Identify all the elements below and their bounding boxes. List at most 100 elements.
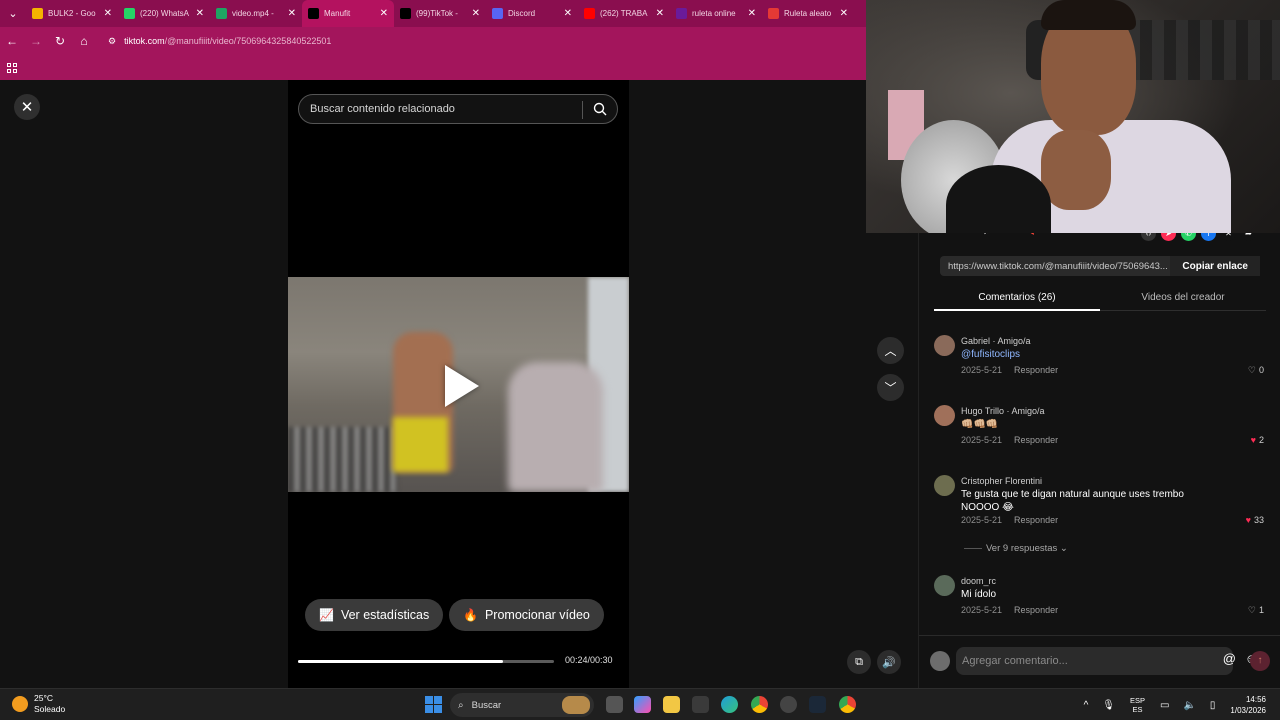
language-indicator[interactable]: ESP ES <box>1130 696 1145 714</box>
sun-icon <box>12 696 28 712</box>
copy-link-button[interactable]: Copiar enlace <box>1170 256 1260 276</box>
edge-icon[interactable] <box>721 696 738 713</box>
site-info-icon[interactable]: ⚙ <box>108 36 116 47</box>
miniplayer-icon[interactable]: ⧉ <box>847 650 871 674</box>
tab-favicon-icon <box>32 8 43 19</box>
reply-button[interactable]: Responder <box>1014 605 1058 615</box>
tab-comments[interactable]: Comentarios (26) <box>934 288 1100 311</box>
store-icon[interactable] <box>692 696 709 713</box>
tab-close-icon[interactable]: ✕ <box>656 8 664 19</box>
browser-tab[interactable]: (220) WhatsA ✕ <box>118 0 210 27</box>
tab-close-icon[interactable]: ✕ <box>104 8 112 19</box>
view-replies-button[interactable]: Ver 9 respuestas ⌄ <box>964 543 1068 554</box>
tab-title: ruleta online <box>692 9 736 18</box>
microphone-icon[interactable]: 🎙 <box>1102 700 1115 711</box>
play-icon[interactable] <box>445 365 479 407</box>
browser-tab[interactable]: Discord ✕ <box>486 0 578 27</box>
browser-tab[interactable]: (262) TRABA ✕ <box>578 0 670 27</box>
comment-author[interactable]: Gabriel · Amigo/a <box>961 336 1031 346</box>
progress-bar[interactable] <box>298 660 554 663</box>
browser-nav-bar: ← → ↻ ⌂ ⚙ tiktok.com/@manufiiit/video/75… <box>0 27 866 55</box>
task-view-icon[interactable] <box>606 696 623 713</box>
reply-button[interactable]: Responder <box>1014 365 1058 375</box>
windows-start-icon[interactable] <box>425 696 442 713</box>
chrome-profile-icon[interactable] <box>839 696 856 713</box>
promote-button[interactable]: 🔥 Promocionar vídeo <box>449 599 604 631</box>
apps-grid-icon[interactable] <box>7 62 17 73</box>
avatar[interactable] <box>934 335 955 356</box>
video-page: ✕ Buscar contenido relacionado 📈 Ver est… <box>0 80 918 688</box>
comment-item: Hugo Trillo · Amigo/a 👊🏼👊🏼👊🏼 2025-5-21 Resp… <box>934 405 1264 450</box>
volume-icon[interactable]: 🔊 <box>877 650 901 674</box>
avatar[interactable] <box>934 575 955 596</box>
comment-like-button[interactable]: ♥ 33 <box>1246 515 1264 525</box>
copilot-icon[interactable] <box>634 696 651 713</box>
tab-close-icon[interactable]: ✕ <box>748 8 756 19</box>
speaker-icon[interactable]: 🔈 <box>1183 700 1195 711</box>
tab-creator-videos[interactable]: Videos del creador <box>1100 288 1266 310</box>
address-bar[interactable]: ⚙ tiktok.com/@manufiiit/video/7506964325… <box>108 36 331 47</box>
stats-button[interactable]: 📈 Ver estadísticas <box>305 599 444 631</box>
browser-tab[interactable]: BULK2 - Goo ✕ <box>26 0 118 27</box>
next-video-chevron-down-icon[interactable]: ﹀ <box>877 374 904 401</box>
comment-text: Te gusta que te digan natural aunque use… <box>961 489 1184 513</box>
file-explorer-icon[interactable] <box>663 696 680 713</box>
tab-favicon-icon <box>768 8 779 19</box>
tab-search-chevron-icon[interactable]: ⌄ <box>0 0 26 27</box>
forward-arrow-icon[interactable]: → <box>24 27 48 55</box>
tab-close-icon[interactable]: ✕ <box>196 8 204 19</box>
battery-icon[interactable]: ▯ <box>1210 700 1216 711</box>
avatar[interactable] <box>934 405 955 426</box>
related-search-input[interactable]: Buscar contenido relacionado <box>298 94 618 124</box>
comment-author[interactable]: Cristopher Florentini <box>961 476 1042 486</box>
heart-icon: ♥ <box>1245 515 1251 525</box>
search-icon[interactable] <box>593 102 607 116</box>
chrome-icon[interactable] <box>751 696 768 713</box>
tab-close-icon[interactable]: ✕ <box>472 8 480 19</box>
comment-like-button[interactable]: ♡ 1 <box>1248 605 1264 616</box>
reply-button[interactable]: Responder <box>1014 435 1058 445</box>
tab-title: Ruleta aleato <box>784 9 832 18</box>
browser-tab[interactable]: video.mp4 - ✕ <box>210 0 302 27</box>
comment-like-button[interactable]: ♡ 0 <box>1248 365 1264 376</box>
clock[interactable]: 14:56 1/03/2026 <box>1230 694 1266 716</box>
tab-close-icon[interactable]: ✕ <box>380 8 388 19</box>
taskbar-search[interactable]: ⌕ Buscar <box>450 693 594 717</box>
reload-icon[interactable]: ↻ <box>48 27 72 55</box>
avatar[interactable] <box>934 475 955 496</box>
app-icon[interactable] <box>780 696 797 713</box>
comment-meta: 2025-5-21 Responder <box>961 435 1058 445</box>
send-arrow-icon[interactable]: ↑ <box>1250 651 1270 671</box>
mention-icon[interactable]: @ <box>1223 651 1236 666</box>
comment-author[interactable]: Hugo Trillo · Amigo/a <box>961 406 1045 416</box>
reply-button[interactable]: Responder <box>1014 515 1058 525</box>
comment-like-button[interactable]: ♥ 2 <box>1251 435 1264 445</box>
tab-close-icon[interactable]: ✕ <box>840 8 848 19</box>
keyboard-layout: ES <box>1132 705 1143 714</box>
close-icon[interactable]: ✕ <box>14 94 40 120</box>
steam-icon[interactable] <box>809 696 826 713</box>
tab-close-icon[interactable]: ✕ <box>564 8 572 19</box>
comment-author[interactable]: doom_rc <box>961 576 996 586</box>
browser-tab[interactable]: Ruleta aleato ✕ <box>762 0 854 27</box>
home-icon[interactable]: ⌂ <box>72 27 96 55</box>
comment-input[interactable]: Agregar comentario... <box>956 647 1233 675</box>
browser-tab[interactable]: (99)TikTok - ✕ <box>394 0 486 27</box>
comments-tabs: Comentarios (26) Videos del creador <box>934 288 1266 311</box>
clock-time: 14:56 <box>1245 695 1266 704</box>
share-link-box[interactable]: https://www.tiktok.com/@manufiiit/video/… <box>940 256 1260 276</box>
comment-like-count: 1 <box>1258 605 1264 615</box>
network-icon[interactable]: ▭ <box>1160 700 1169 711</box>
back-arrow-icon[interactable]: ← <box>0 27 24 55</box>
browser-tab[interactable]: ruleta online ✕ <box>670 0 762 27</box>
tab-close-icon[interactable]: ✕ <box>288 8 296 19</box>
previous-video-chevron-up-icon[interactable]: ︿ <box>877 337 904 364</box>
video-frame[interactable] <box>288 277 629 492</box>
tab-favicon-icon <box>216 8 227 19</box>
comment-meta: 2025-5-21 Responder <box>961 365 1058 375</box>
browser-tab[interactable]: Manufit ✕ <box>302 0 394 27</box>
chevron-up-icon[interactable]: ^ <box>1084 700 1089 711</box>
weather-temp: 25°C <box>34 693 53 703</box>
weather-widget[interactable]: 25°C Soleado <box>12 693 65 715</box>
tab-favicon-icon <box>676 8 687 19</box>
